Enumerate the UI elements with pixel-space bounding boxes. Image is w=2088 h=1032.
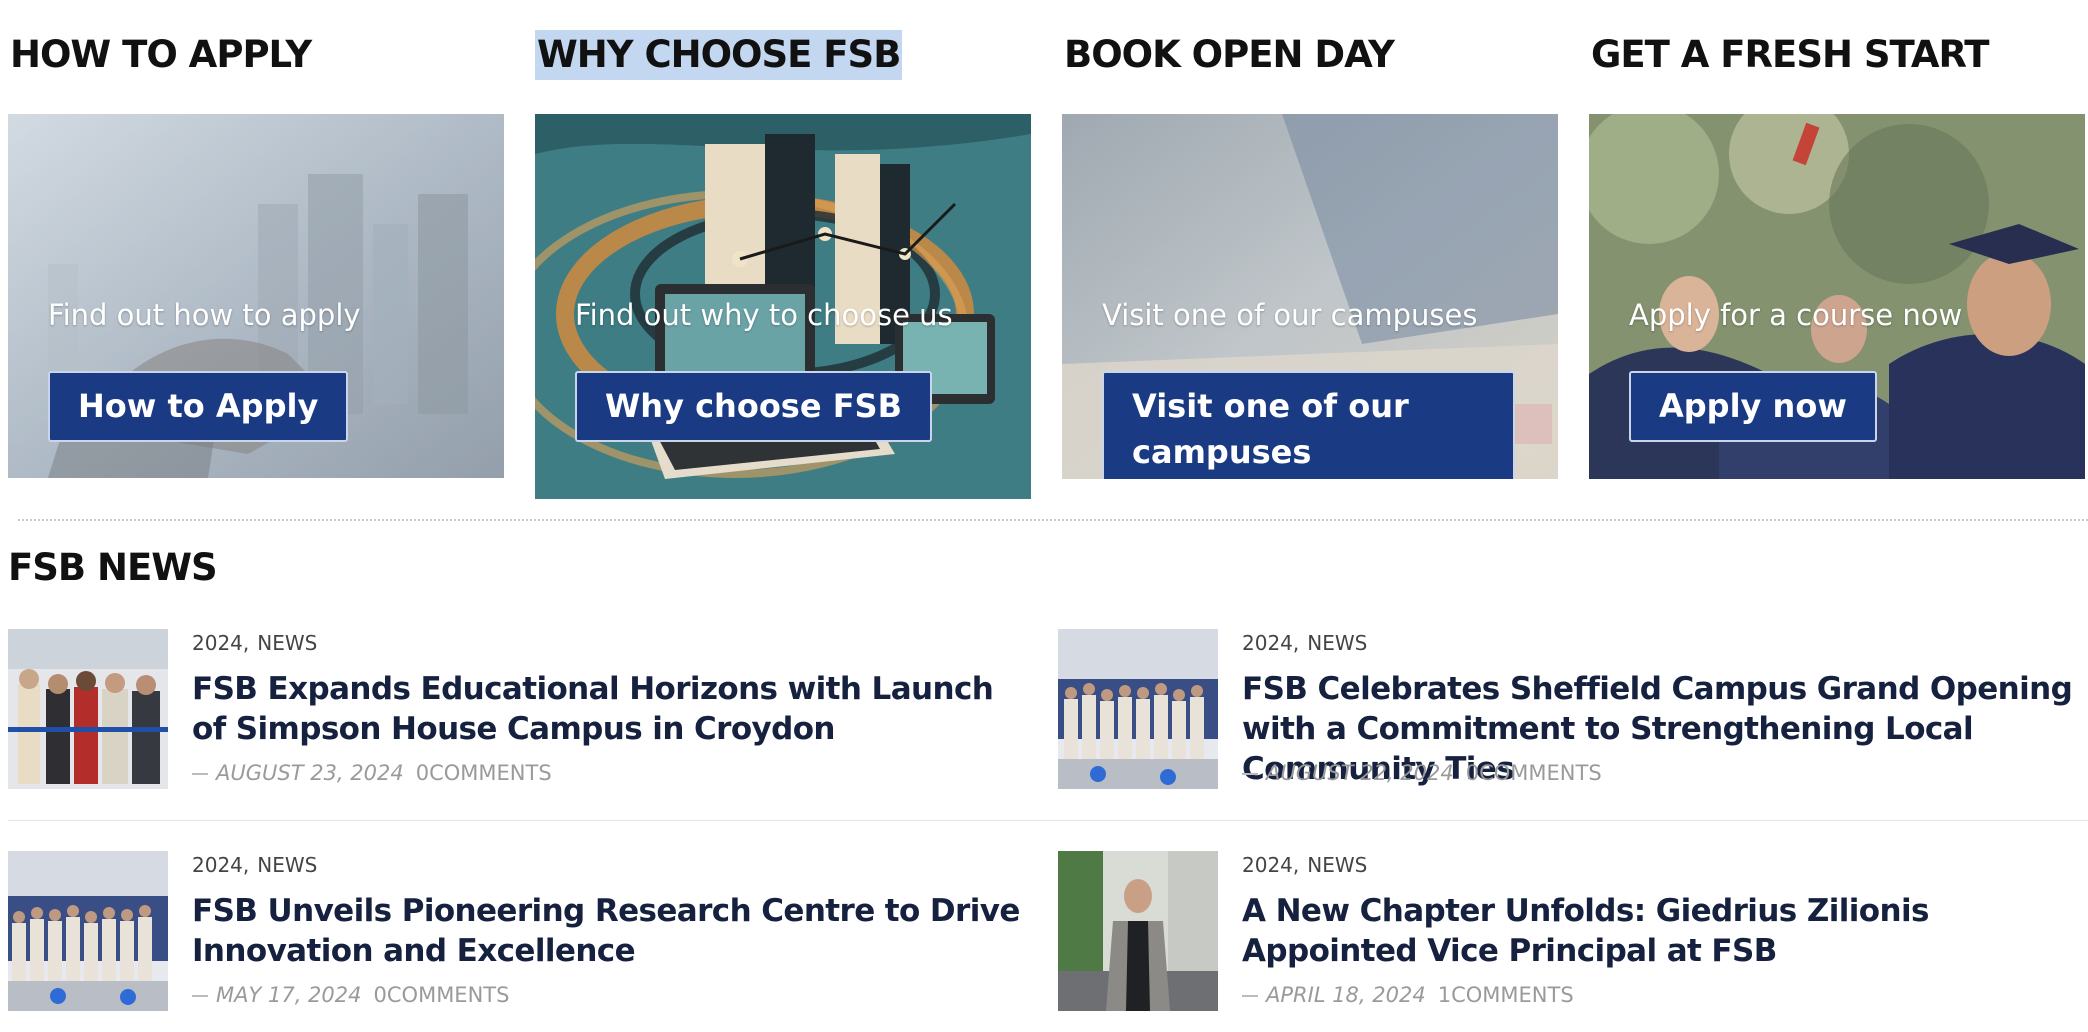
category-year-link[interactable]: 2024 — [192, 631, 243, 655]
promo-heading: BOOK OPEN DAY — [1064, 33, 1395, 76]
group-photo[interactable] — [1058, 629, 1218, 789]
visit-campuses-button[interactable]: Visit one of our campuses — [1102, 371, 1515, 479]
apply-now-button[interactable]: Apply now — [1629, 371, 1877, 442]
dash-divider — [1242, 773, 1258, 775]
promo-card: Find out why to choose us Why choose FSB — [535, 114, 1031, 499]
promo-heading: WHY CHOOSE FSB — [535, 30, 903, 80]
why-choose-fsb-button[interactable]: Why choose FSB — [575, 371, 932, 442]
news-title-link[interactable]: FSB Expands Educational Horizons with La… — [192, 669, 1032, 749]
category-news-link[interactable]: NEWS — [1307, 631, 1367, 655]
portrait-photo[interactable] — [1058, 851, 1218, 1011]
news-meta: AUGUST 22, 2024 0COMMENTS — [1242, 761, 1602, 785]
promo-card: Apply for a course now Apply now — [1589, 114, 2085, 479]
news-date: MAY 17, 2024 — [216, 983, 362, 1007]
news-item: 2024, NEWS A New Chapter Unfolds: Giedriu… — [1058, 851, 2088, 1011]
news-body: 2024, NEWS A New Chapter Unfolds: Giedriu… — [1242, 851, 2082, 971]
news-meta: AUGUST 23, 2024 0COMMENTS — [192, 761, 552, 785]
dash-divider — [1242, 995, 1258, 997]
news-date: AUGUST 23, 2024 — [216, 761, 404, 785]
category-news-link[interactable]: NEWS — [1307, 853, 1367, 877]
comments-link[interactable]: 0COMMENTS — [416, 761, 552, 785]
news-item: 2024, NEWS FSB Unveils Pioneering Researc… — [8, 851, 1048, 1011]
category-year-link[interactable]: 2024 — [1242, 853, 1293, 877]
promo-card: Visit one of our campuses Visit one of o… — [1062, 114, 1558, 479]
news-item: 2024, NEWS FSB Celebrates Sheffield Campu… — [1058, 629, 2088, 789]
news-title-link[interactable]: FSB Unveils Pioneering Research Centre t… — [192, 891, 1032, 971]
promo-text: Apply for a course now — [1629, 298, 1963, 332]
news-item: 2024, NEWS FSB Expands Educational Horizo… — [8, 629, 1048, 789]
news-title-link[interactable]: A New Chapter Unfolds: Giedrius Zilionis… — [1242, 891, 2082, 971]
category-news-link[interactable]: NEWS — [257, 853, 317, 877]
promo-text: Find out how to apply — [48, 298, 361, 332]
comments-link[interactable]: 1COMMENTS — [1438, 983, 1574, 1007]
section-divider — [18, 519, 2088, 521]
news-meta: APRIL 18, 2024 1COMMENTS — [1242, 983, 1574, 1007]
category-year-link[interactable]: 2024 — [192, 853, 243, 877]
news-date: AUGUST 22, 2024 — [1266, 761, 1454, 785]
promo-heading: GET A FRESH START — [1591, 33, 1990, 76]
promo-text: Find out why to choose us — [575, 298, 953, 332]
promo-text: Visit one of our campuses — [1102, 298, 1478, 332]
comments-link[interactable]: 0COMMENTS — [374, 983, 510, 1007]
news-categories: 2024, NEWS — [1242, 631, 1368, 655]
news-body: 2024, NEWS FSB Expands Educational Horizo… — [192, 629, 1032, 749]
dash-divider — [192, 773, 208, 775]
news-categories: 2024, NEWS — [192, 631, 318, 655]
dash-divider — [192, 995, 208, 997]
category-news-link[interactable]: NEWS — [257, 631, 317, 655]
category-year-link[interactable]: 2024 — [1242, 631, 1293, 655]
news-date: APRIL 18, 2024 — [1266, 983, 1426, 1007]
news-categories: 2024, NEWS — [192, 853, 318, 877]
news-heading: FSB NEWS — [8, 546, 218, 589]
news-categories: 2024, NEWS — [1242, 853, 1368, 877]
news-body: 2024, NEWS FSB Unveils Pioneering Researc… — [192, 851, 1032, 971]
how-to-apply-button[interactable]: How to Apply — [48, 371, 349, 442]
news-meta: MAY 17, 2024 0COMMENTS — [192, 983, 509, 1007]
comments-link[interactable]: 0COMMENTS — [1466, 761, 1602, 785]
group-photo[interactable] — [8, 851, 168, 1011]
news-row-divider — [8, 820, 2088, 821]
promo-card: Find out how to apply How to Apply — [8, 114, 504, 478]
ribbon-cutting-photo[interactable] — [8, 629, 168, 789]
promo-heading: HOW TO APPLY — [10, 33, 312, 76]
